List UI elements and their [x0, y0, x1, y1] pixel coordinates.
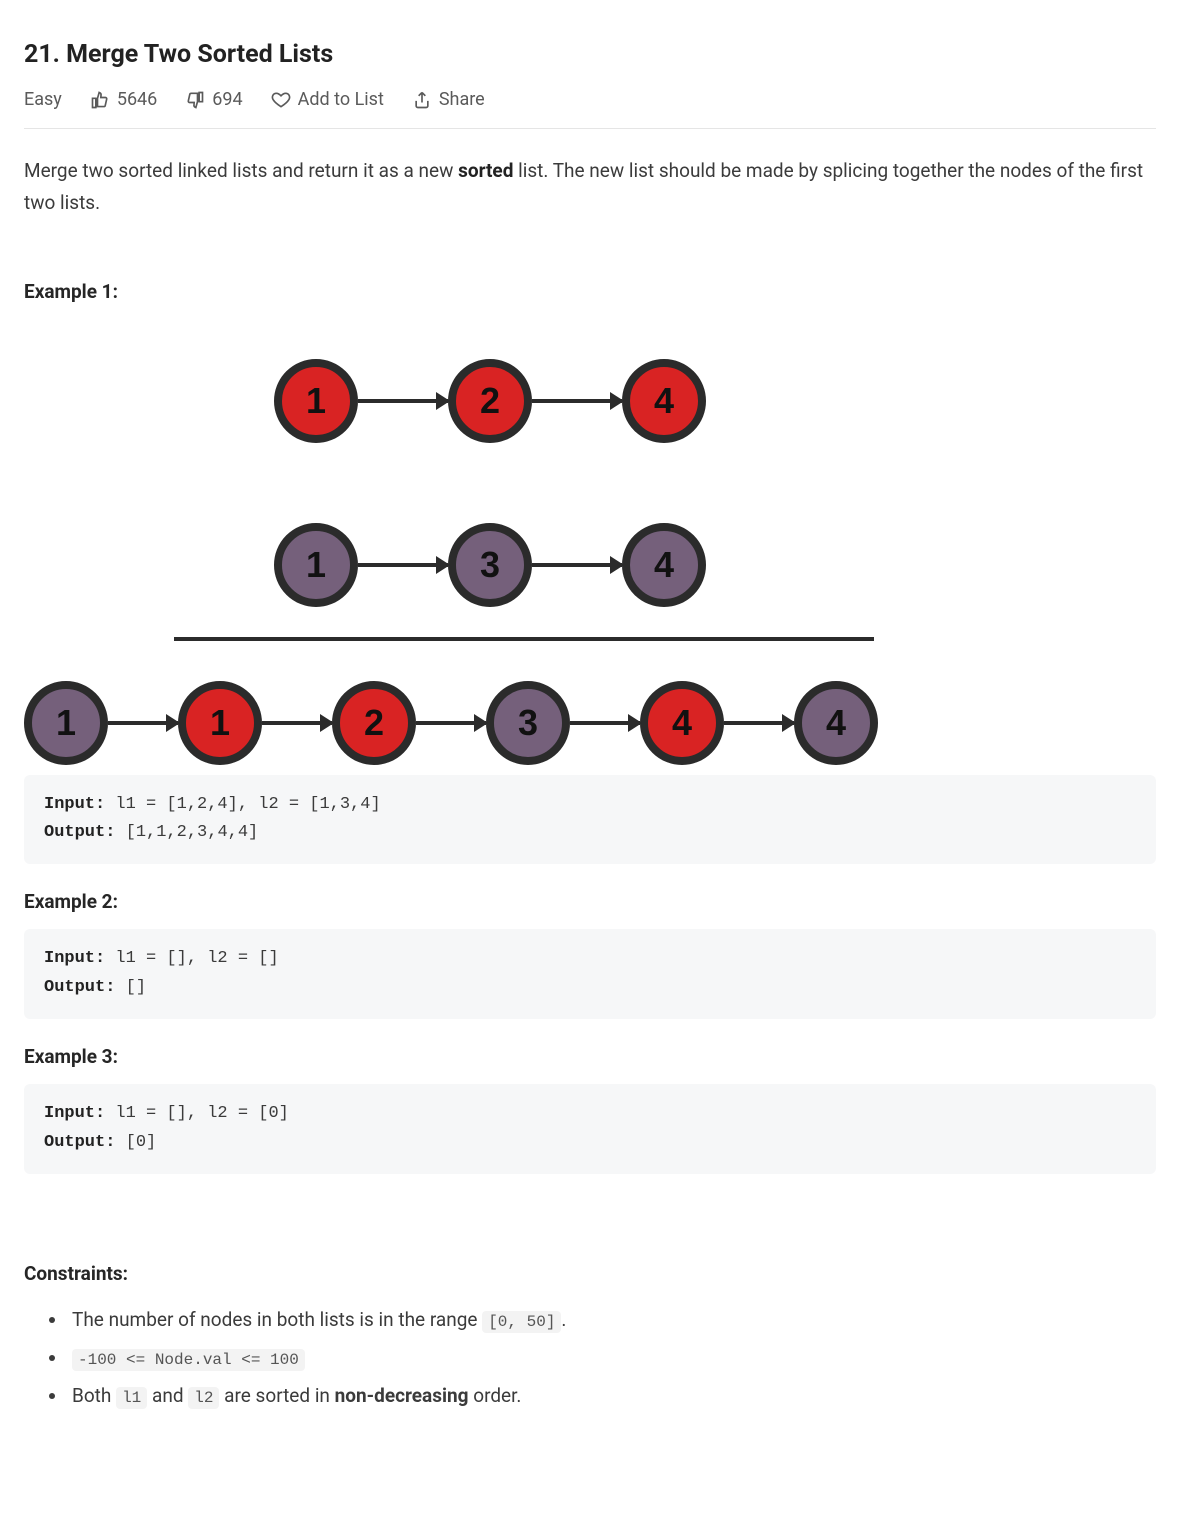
likes-button[interactable]: 5646	[90, 89, 157, 110]
list-node: 4	[622, 523, 706, 607]
example-1-label: Example 1:	[24, 280, 1156, 303]
example-2-label: Example 2:	[24, 890, 1156, 913]
dislikes-button[interactable]: 694	[185, 89, 242, 110]
constraint-item: The number of nodes in both lists is in …	[68, 1301, 1156, 1339]
arrow-icon	[724, 721, 794, 725]
arrow-icon	[532, 563, 622, 567]
example-3-code: Input: l1 = [], l2 = [0] Output: [0]	[24, 1084, 1156, 1174]
diagram-merged: 1 1 2 3 4 4	[24, 681, 1156, 765]
diagram-list2: 1 3 4	[274, 523, 1156, 607]
dislikes-count: 694	[212, 89, 242, 110]
arrow-icon	[416, 721, 486, 725]
arrow-icon	[358, 563, 448, 567]
list-node: 1	[178, 681, 262, 765]
list-node: 2	[332, 681, 416, 765]
problem-title: 21. Merge Two Sorted Lists	[24, 40, 1156, 69]
constraints-list: The number of nodes in both lists is in …	[68, 1301, 1156, 1415]
add-to-list-button[interactable]: Add to List	[271, 89, 384, 110]
example-3-label: Example 3:	[24, 1045, 1156, 1068]
thumbs-down-icon	[185, 90, 205, 110]
constraint-item: -100 <= Node.val <= 100	[68, 1339, 1156, 1377]
list-node: 1	[24, 681, 108, 765]
arrow-icon	[532, 399, 622, 403]
inline-code: -100 <= Node.val <= 100	[72, 1349, 305, 1371]
share-label: Share	[439, 89, 485, 110]
heart-icon	[271, 90, 291, 110]
share-icon	[412, 90, 432, 110]
arrow-icon	[570, 721, 640, 725]
problem-description: Merge two sorted linked lists and return…	[24, 155, 1156, 220]
likes-count: 5646	[117, 89, 157, 110]
example-1-diagram: 1 2 4 1 3 4 1 1 2 3 4 4	[24, 319, 1156, 765]
difficulty-badge: Easy	[24, 89, 62, 110]
inline-code: l2	[188, 1387, 219, 1409]
diagram-list1: 1 2 4	[274, 359, 1156, 443]
inline-code: [0, 50]	[482, 1311, 561, 1333]
add-to-list-label: Add to List	[298, 89, 384, 110]
inline-code: l1	[116, 1387, 147, 1409]
list-node: 4	[794, 681, 878, 765]
constraints-label: Constraints:	[24, 1262, 1156, 1285]
arrow-icon	[262, 721, 332, 725]
list-node: 4	[622, 359, 706, 443]
list-node: 2	[448, 359, 532, 443]
share-button[interactable]: Share	[412, 89, 485, 110]
diagram-separator	[174, 637, 874, 641]
list-node: 1	[274, 523, 358, 607]
example-2-code: Input: l1 = [], l2 = [] Output: []	[24, 929, 1156, 1019]
list-node: 3	[448, 523, 532, 607]
meta-bar: Easy 5646 694 Add to List Share	[24, 89, 1156, 129]
thumbs-up-icon	[90, 90, 110, 110]
list-node: 4	[640, 681, 724, 765]
example-1-code: Input: l1 = [1,2,4], l2 = [1,3,4] Output…	[24, 775, 1156, 865]
list-node: 3	[486, 681, 570, 765]
arrow-icon	[108, 721, 178, 725]
arrow-icon	[358, 399, 448, 403]
list-node: 1	[274, 359, 358, 443]
constraint-item: Both l1 and l2 are sorted in non-decreas…	[68, 1377, 1156, 1415]
